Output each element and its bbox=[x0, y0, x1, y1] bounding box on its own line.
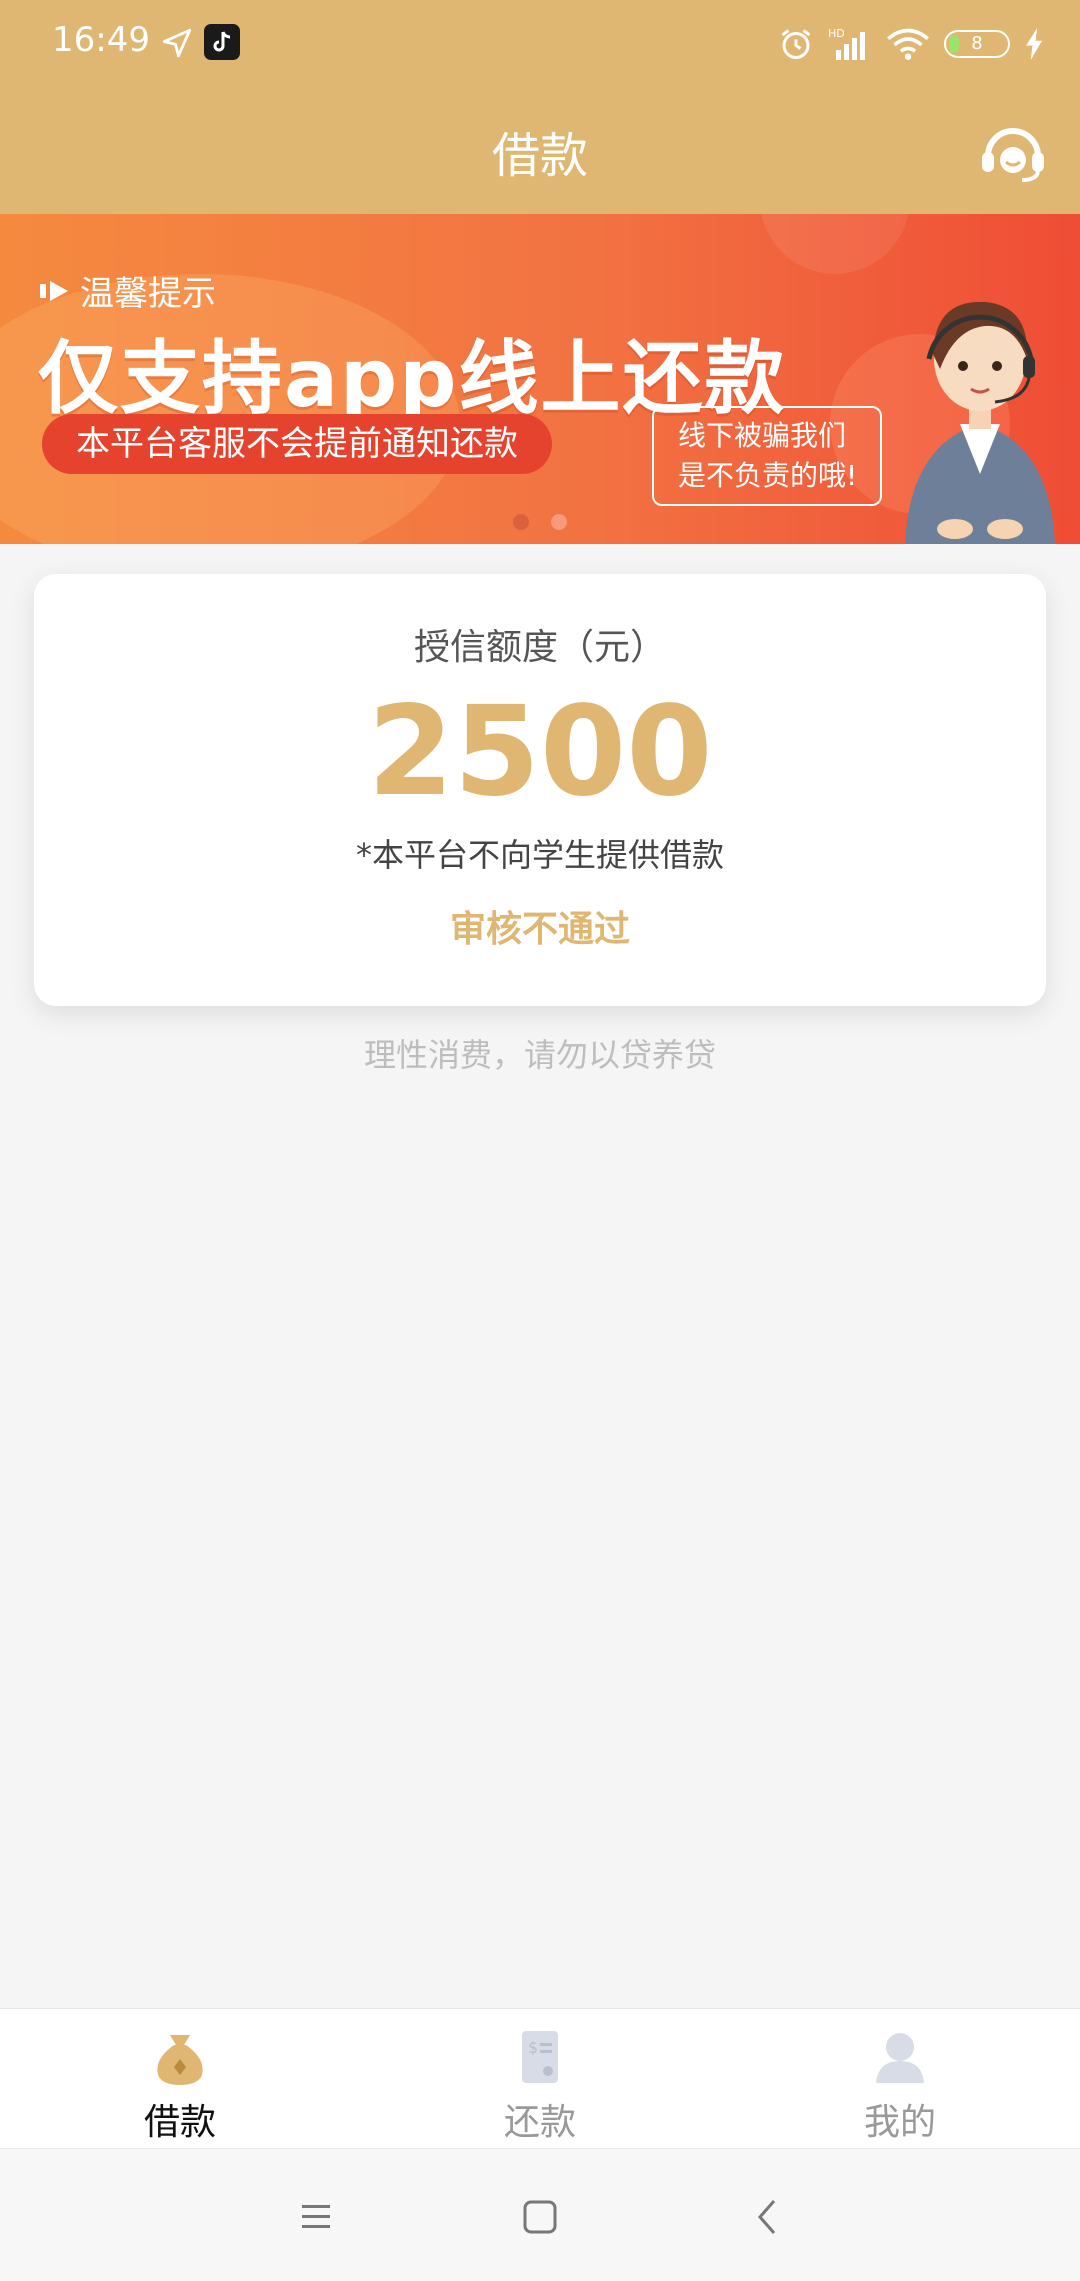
bill-icon: $ bbox=[522, 2031, 558, 2083]
back-icon[interactable] bbox=[740, 2189, 796, 2245]
review-status[interactable]: 审核不通过 bbox=[34, 900, 1046, 952]
promo-banner[interactable]: 温馨提示 仅支持app线上还款 本平台客服不会提前通知还款 线下被骗我们 是不负… bbox=[0, 214, 1080, 544]
credit-limit-label: 授信额度（元） bbox=[413, 627, 666, 668]
tiktok-app-icon bbox=[204, 24, 240, 60]
credit-limit-card: 授信额度（元） 2500 *本平台不向学生提供借款 审核不通过 bbox=[34, 574, 1046, 1006]
status-left-icons bbox=[160, 22, 250, 66]
user-icon bbox=[876, 2033, 924, 2083]
menu-icon[interactable] bbox=[288, 2189, 344, 2245]
charging-icon bbox=[1026, 28, 1042, 60]
tab-borrow[interactable]: 借款 bbox=[0, 2009, 360, 2149]
credit-limit-amount: 2500 bbox=[367, 680, 713, 824]
customer-service-agent-illustration bbox=[905, 301, 1055, 544]
home-icon[interactable] bbox=[512, 2189, 568, 2245]
system-nav-bar bbox=[0, 2148, 1080, 2281]
status-bar: 16:49 HD 8 bbox=[0, 0, 1080, 88]
svg-text:HD: HD bbox=[828, 27, 845, 40]
alarm-icon bbox=[781, 29, 811, 59]
page-title: 借款 bbox=[491, 128, 588, 184]
bubble-line-2: 是不负责的哦! bbox=[678, 459, 858, 492]
banner-speech-bubble: 线下被骗我们 是不负责的哦! bbox=[652, 406, 882, 506]
banner-tip-text: 温馨提示 bbox=[80, 274, 216, 314]
location-arrow-icon bbox=[162, 28, 192, 58]
tab-repay-label: 还款 bbox=[503, 2102, 576, 2143]
money-bag-icon bbox=[157, 2035, 203, 2085]
svg-text:$: $ bbox=[528, 2038, 538, 2057]
banner-tip: 温馨提示 bbox=[40, 266, 216, 315]
battery-icon: 8 bbox=[944, 30, 1010, 58]
wifi-icon bbox=[887, 28, 929, 60]
app-bar: 借款 bbox=[0, 88, 1080, 214]
play-icon bbox=[40, 280, 68, 301]
pagination-dot[interactable] bbox=[551, 514, 567, 530]
tab-mine-label: 我的 bbox=[863, 2102, 936, 2143]
rational-consumption-note: 理性消费，请勿以贷养贷 bbox=[363, 1036, 716, 1074]
status-time: 16:49 bbox=[52, 20, 150, 60]
customer-service-icon[interactable] bbox=[978, 116, 1048, 186]
bubble-line-1: 线下被骗我们 bbox=[678, 419, 847, 452]
tab-repay[interactable]: $ 还款 bbox=[360, 2009, 720, 2149]
banner-pagination bbox=[0, 514, 1080, 530]
battery-level: 8 bbox=[971, 33, 983, 54]
tab-borrow-label: 借款 bbox=[143, 2102, 216, 2143]
student-notice: *本平台不向学生提供借款 bbox=[355, 836, 724, 874]
hd-signal-icon: HD bbox=[828, 27, 865, 60]
banner-pill: 本平台客服不会提前通知还款 bbox=[42, 414, 552, 474]
bottom-tab-bar: 借款 $ 还款 我的 bbox=[0, 2008, 1080, 2149]
tab-mine[interactable]: 我的 bbox=[720, 2009, 1080, 2149]
status-right-icons: HD 8 bbox=[778, 18, 1044, 70]
pagination-dot-active[interactable] bbox=[513, 514, 529, 530]
